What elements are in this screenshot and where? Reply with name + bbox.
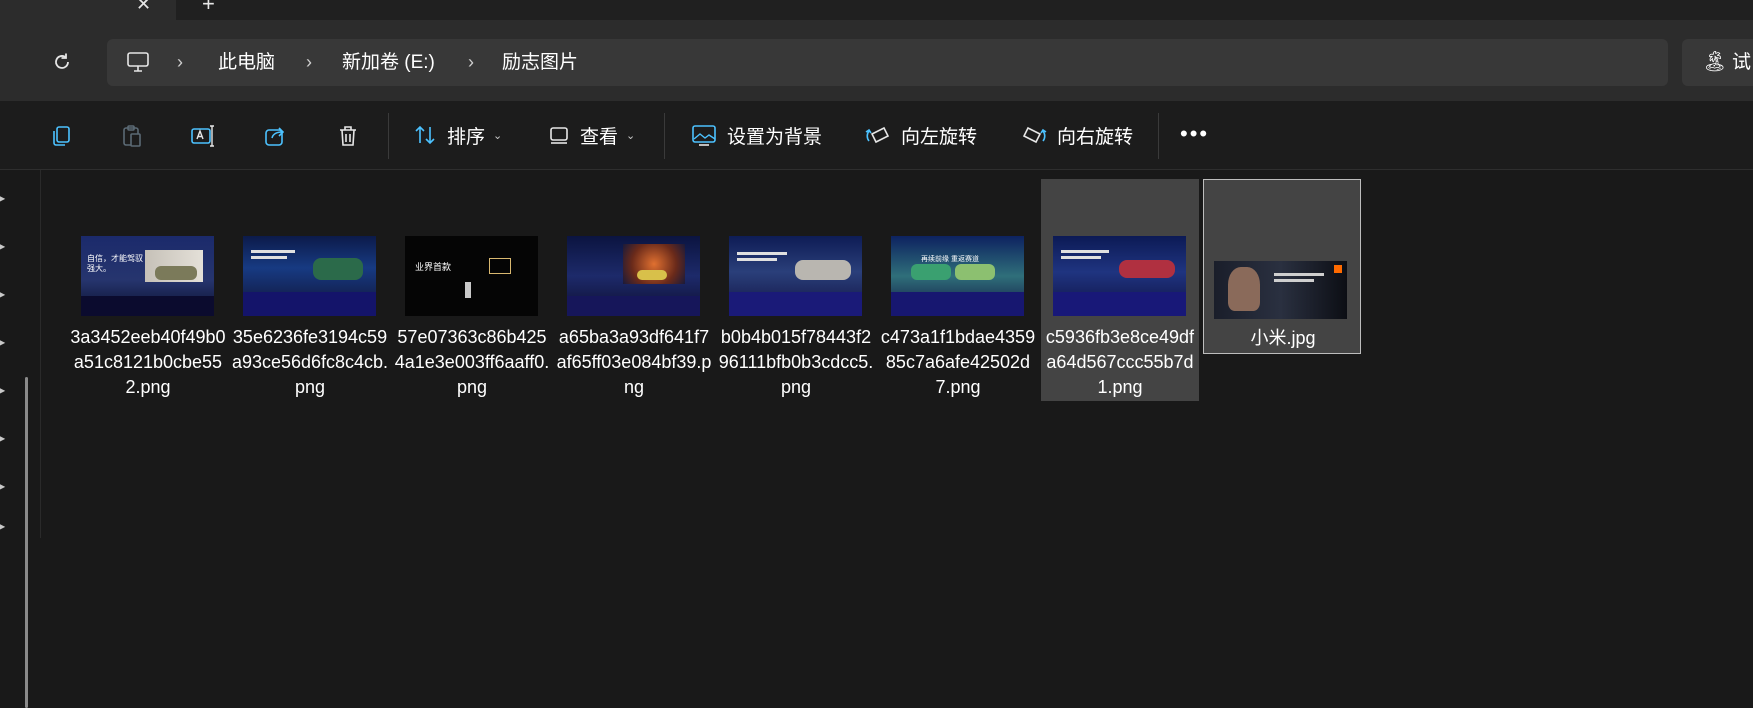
sort-button[interactable]: 排序 ⌄ bbox=[413, 115, 502, 155]
breadcrumb-separator[interactable]: › bbox=[468, 39, 474, 86]
share-button[interactable] bbox=[262, 123, 288, 149]
toolbar-divider bbox=[388, 113, 389, 159]
trash-icon bbox=[340, 126, 356, 146]
toolbar-divider bbox=[664, 113, 665, 159]
file-item[interactable]: a65ba3a93df641f7af65ff03e084bf39.png bbox=[555, 179, 713, 401]
file-name: 3a3452eeb40f49b0a51c8121b0cbe552.png bbox=[70, 327, 226, 397]
chevron-down-icon: ⌄ bbox=[493, 129, 503, 142]
pin-icon: ▶ bbox=[0, 519, 6, 533]
breadcrumb-drive-e[interactable]: 新加卷 (E:) bbox=[342, 39, 435, 86]
pin-icon: ▶ bbox=[0, 239, 6, 253]
image-thumbnail bbox=[1214, 261, 1347, 319]
sort-label: 排序 bbox=[447, 126, 486, 148]
image-thumbnail bbox=[567, 236, 700, 316]
thumbnail-caption: 业界首款 bbox=[415, 262, 452, 272]
file-name: a65ba3a93df641f7af65ff03e084bf39.png bbox=[556, 327, 712, 397]
thumbnail-caption: 自信，才能驾驭强大。 bbox=[87, 254, 143, 273]
search-box[interactable]: 🏝 试 bbox=[1682, 39, 1753, 86]
file-name: 小米.jpg bbox=[1250, 328, 1316, 348]
toolbar-divider bbox=[1158, 113, 1159, 159]
close-tab-icon[interactable]: ✕ bbox=[136, 0, 151, 14]
address-bar[interactable]: › 此电脑 › 新加卷 (E:) › 励志图片 bbox=[107, 39, 1668, 86]
breadcrumb-this-pc[interactable]: 此电脑 bbox=[218, 39, 275, 86]
active-tab[interactable]: ✕ bbox=[0, 0, 176, 20]
breadcrumb-separator[interactable]: › bbox=[177, 39, 183, 86]
file-item[interactable]: 再续前缘 重返赛道 c473a1f1bdae435985c7a6afe42502… bbox=[879, 179, 1037, 401]
file-name: 35e6236fe3194c59a93ce56d6fc8c4cb.png bbox=[231, 327, 389, 397]
file-item-focused[interactable]: 小米.jpg bbox=[1203, 179, 1361, 354]
delete-button[interactable] bbox=[335, 123, 361, 149]
rotate-left-label: 向左旋转 bbox=[901, 126, 978, 148]
image-thumbnail bbox=[1053, 236, 1186, 316]
breadcrumb-separator[interactable]: › bbox=[306, 39, 312, 86]
file-name: 57e07363c86b4254a1e3e003ff6aaff0.png bbox=[394, 327, 550, 397]
image-thumbnail bbox=[729, 236, 862, 316]
command-bar: 排序 ⌄ 查看 ⌄ 设置为背景 向左旋转 向右旋转 ••• bbox=[0, 101, 1753, 170]
rename-button[interactable] bbox=[190, 123, 216, 149]
rotate-right-icon bbox=[1022, 126, 1047, 144]
paste-button[interactable] bbox=[119, 123, 145, 149]
paste-icon bbox=[123, 125, 141, 147]
file-name: c473a1f1bdae435985c7a6afe42502d7.png bbox=[880, 327, 1036, 397]
pin-icon: ▶ bbox=[0, 383, 6, 397]
pin-icon: ▶ bbox=[0, 431, 6, 445]
image-thumbnail: 业界首款 bbox=[405, 236, 538, 316]
pin-icon: ▶ bbox=[0, 191, 6, 205]
tab-strip: ✕ + bbox=[0, 0, 1753, 20]
image-thumbnail: 自信，才能驾驭强大。 bbox=[81, 236, 214, 316]
sort-icon bbox=[415, 125, 435, 145]
nav-scrollbar[interactable] bbox=[25, 377, 28, 708]
refresh-icon bbox=[55, 53, 69, 69]
wallpaper-icon bbox=[692, 125, 716, 146]
file-item[interactable]: b0b4b015f78443f296111bfb0b3cdcc5.png bbox=[717, 179, 875, 401]
pin-icon: ▶ bbox=[0, 287, 6, 301]
view-button[interactable]: 查看 ⌄ bbox=[548, 115, 635, 155]
set-background-button[interactable]: 设置为背景 bbox=[691, 115, 822, 155]
rotate-right-label: 向右旋转 bbox=[1057, 126, 1134, 148]
thumbnail-caption: 再续前缘 重返赛道 bbox=[921, 256, 979, 263]
refresh-button[interactable] bbox=[48, 48, 76, 76]
file-item[interactable]: 自信，才能驾驭强大。 3a3452eeb40f49b0a51c8121b0cbe… bbox=[69, 179, 227, 401]
new-tab-button[interactable]: + bbox=[202, 0, 215, 16]
copy-icon bbox=[53, 126, 70, 146]
palm-tree-icon: 🏝 bbox=[1702, 51, 1728, 73]
file-name: b0b4b015f78443f296111bfb0b3cdcc5.png bbox=[718, 327, 874, 397]
rotate-right-button[interactable]: 向右旋转 bbox=[1021, 115, 1133, 155]
file-name: c5936fb3e8ce49dfa64d567ccc55b7d1.png bbox=[1045, 327, 1195, 397]
image-thumbnail bbox=[243, 236, 376, 316]
address-row: › 此电脑 › 新加卷 (E:) › 励志图片 🏝 试 bbox=[0, 20, 1753, 101]
pin-icon: ▶ bbox=[0, 479, 6, 493]
image-thumbnail: 再续前缘 重返赛道 bbox=[891, 236, 1024, 316]
rotate-left-icon bbox=[865, 126, 890, 144]
computer-icon bbox=[126, 50, 150, 79]
view-icon bbox=[550, 127, 568, 144]
copy-button[interactable] bbox=[48, 123, 74, 149]
set-background-label: 设置为背景 bbox=[727, 126, 823, 148]
breadcrumb-current-folder[interactable]: 励志图片 bbox=[502, 39, 578, 86]
search-text: 试 bbox=[1732, 52, 1752, 73]
file-item-selected[interactable]: c5936fb3e8ce49dfa64d567ccc55b7d1.png bbox=[1041, 179, 1199, 401]
file-item[interactable]: 业界首款 57e07363c86b4254a1e3e003ff6aaff0.pn… bbox=[393, 179, 551, 401]
chevron-down-icon: ⌄ bbox=[626, 129, 636, 142]
view-label: 查看 bbox=[580, 126, 619, 148]
rotate-left-button[interactable]: 向左旋转 bbox=[865, 115, 977, 155]
more-options-button[interactable]: ••• bbox=[1180, 121, 1209, 147]
file-item[interactable]: 35e6236fe3194c59a93ce56d6fc8c4cb.png bbox=[231, 179, 389, 401]
navigation-pane: ▶ ▶ ▶ ▶ ▶ ▶ ▶ ▶ bbox=[0, 170, 41, 708]
share-icon bbox=[265, 127, 285, 146]
rename-icon bbox=[191, 125, 214, 147]
pin-icon: ▶ bbox=[0, 335, 6, 349]
